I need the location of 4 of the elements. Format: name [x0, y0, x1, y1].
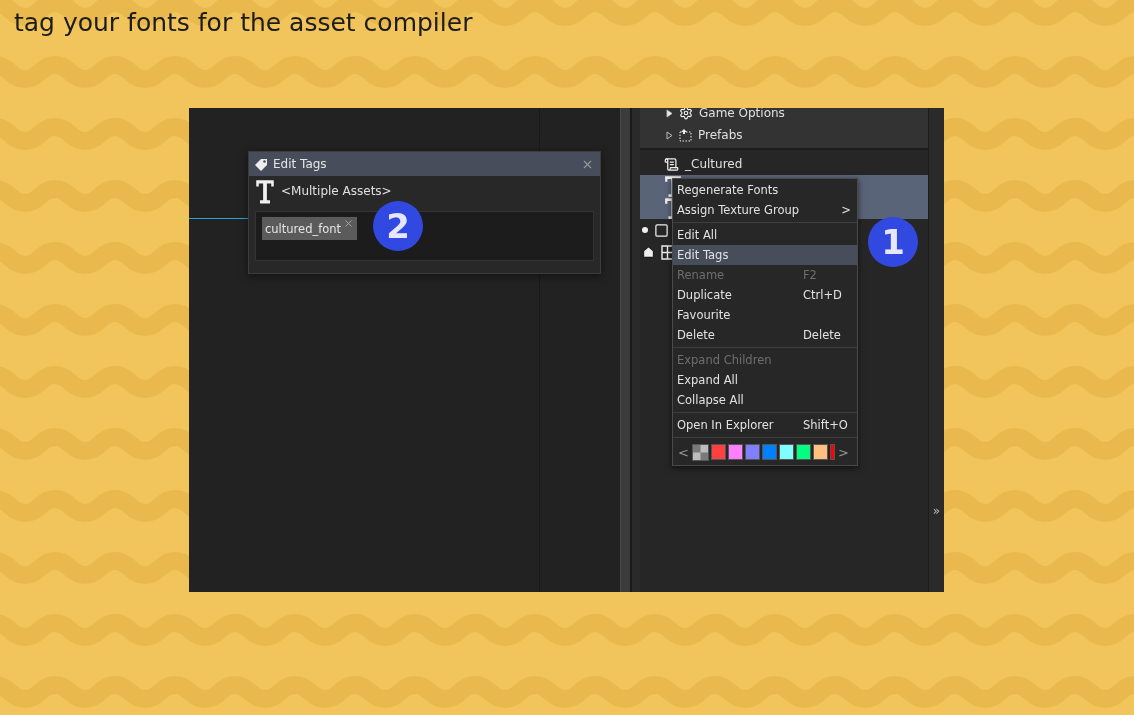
dialog-title: Edit Tags [273, 157, 328, 171]
tag-label: cultured_font [265, 221, 342, 236]
slide-title: tag your fonts for the asset compiler [14, 8, 473, 37]
asset-name: <Multiple Assets> [281, 184, 392, 198]
